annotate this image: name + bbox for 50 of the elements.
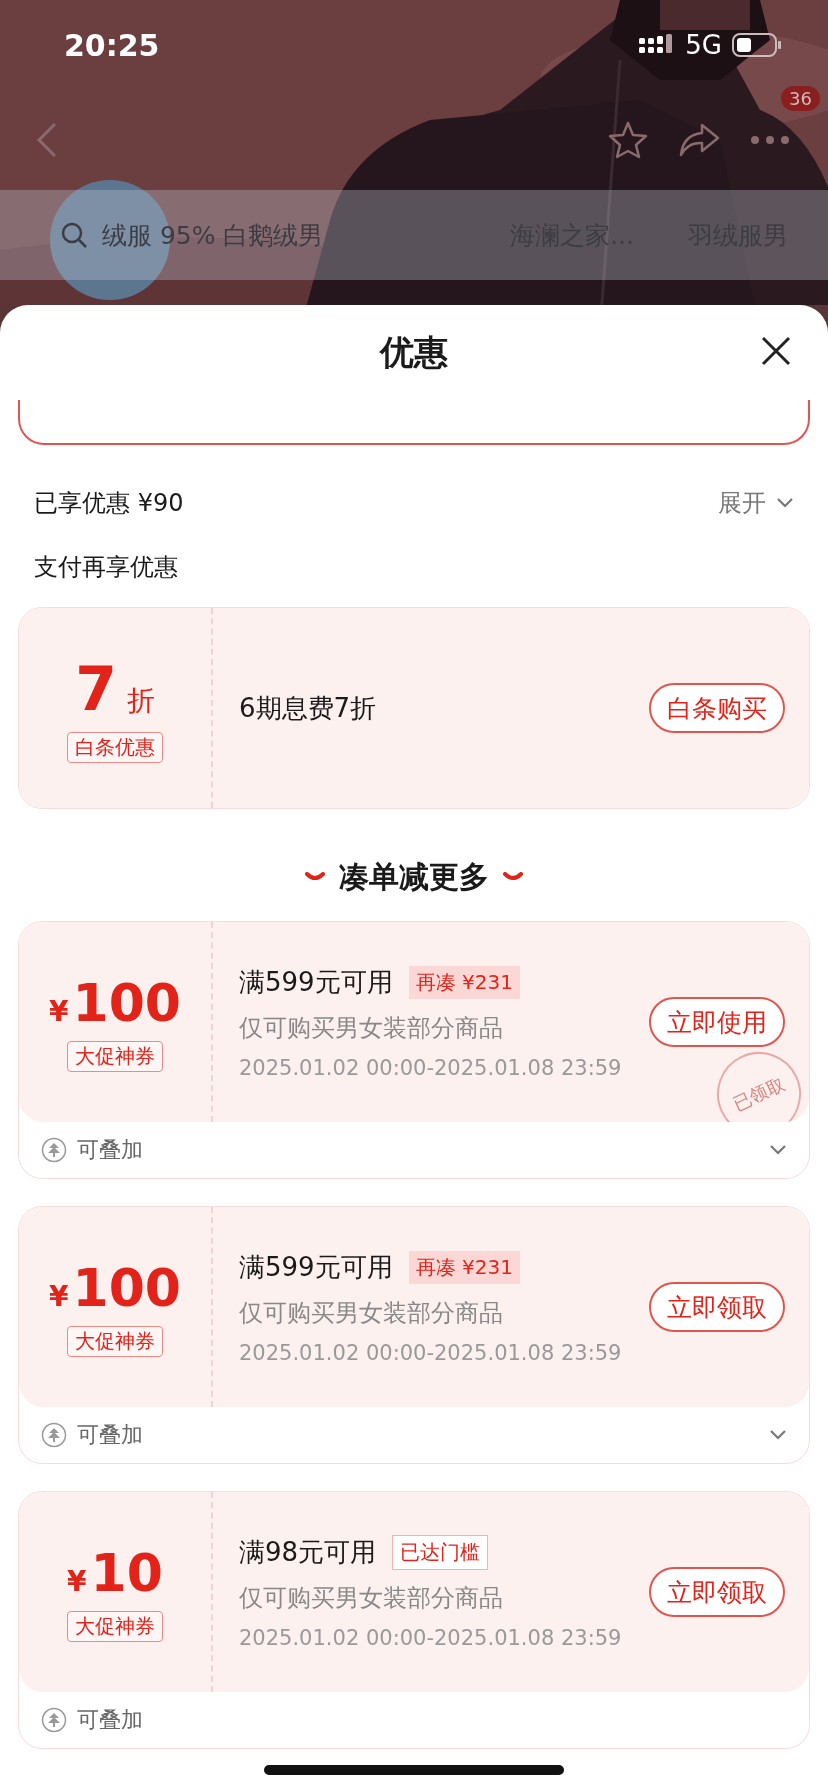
stackable-label: 可叠加: [77, 1136, 144, 1164]
section-title: 凑单减更多: [339, 857, 489, 896]
offer-tag: 白条优惠: [67, 731, 163, 763]
discount-value: 7: [75, 653, 117, 724]
close-icon[interactable]: [760, 335, 792, 367]
threshold-tag: 再凑 ¥231: [408, 1250, 520, 1284]
sheet-title: 优惠: [380, 330, 448, 374]
stackable-label: 可叠加: [77, 1706, 144, 1734]
battery-icon: [732, 33, 782, 57]
coupon-tag: 大促神券: [67, 1610, 163, 1642]
stackable-label: 可叠加: [77, 1421, 144, 1449]
threshold-tag: 再凑 ¥231: [408, 965, 520, 999]
expand-toggle[interactable]: 展开: [718, 487, 794, 519]
validity-period: 2025.01.02 00:00-2025.01.08 23:59: [239, 1625, 623, 1650]
curve-icon: [305, 872, 325, 882]
coupon-action-button[interactable]: 立即使用: [649, 997, 785, 1047]
coupon-amount: 100: [72, 1257, 181, 1318]
currency-symbol: ¥: [49, 994, 69, 1028]
coupon-amount: 100: [72, 972, 181, 1033]
currency-symbol: ¥: [49, 1279, 69, 1313]
section-heading: 支付再享优惠: [34, 552, 178, 583]
enjoyed-discount: 已享优惠 ¥90: [34, 488, 185, 519]
coupon-amount: 10: [90, 1542, 163, 1603]
validity-period: 2025.01.02 00:00-2025.01.08 23:59: [239, 1340, 623, 1365]
search-icon: [60, 221, 88, 249]
discount-unit: 折: [126, 682, 155, 719]
chevron-down-icon[interactable]: [769, 1144, 787, 1156]
status-time: 20:25: [64, 27, 161, 63]
coupon-condition: 满599元可用: [239, 1250, 393, 1284]
coupon-tag: 大促神券: [67, 1325, 163, 1357]
validity-period: 2025.01.02 00:00-2025.01.08 23:59: [239, 1055, 623, 1080]
star-icon[interactable]: [608, 120, 648, 160]
network-label: 5G: [685, 30, 722, 60]
currency-symbol: ¥: [67, 1564, 87, 1598]
more-icon[interactable]: [750, 135, 790, 145]
coupon-scope: 仅可购买男女装部分商品: [239, 1582, 504, 1614]
share-icon[interactable]: [678, 123, 720, 157]
coupon-action-button[interactable]: 立即领取: [649, 1282, 785, 1332]
buy-button[interactable]: 白条购买: [649, 683, 785, 733]
coupon-tag: 大促神券: [67, 1040, 163, 1072]
curve-icon: [503, 872, 523, 882]
chevron-down-icon[interactable]: [769, 1429, 787, 1441]
threshold-tag: 已达门槛: [392, 1534, 489, 1570]
chevron-down-icon: [776, 497, 794, 509]
coupon-action-button[interactable]: 立即领取: [649, 1567, 785, 1617]
coupon-condition: 满599元可用: [239, 965, 393, 999]
coupon-condition: 满98元可用: [239, 1535, 377, 1569]
offer-description: 6期息费7折: [239, 691, 378, 725]
coupon-scope: 仅可购买男女装部分商品: [239, 1297, 504, 1329]
coupon-scope: 仅可购买男女装部分商品: [239, 1012, 504, 1044]
